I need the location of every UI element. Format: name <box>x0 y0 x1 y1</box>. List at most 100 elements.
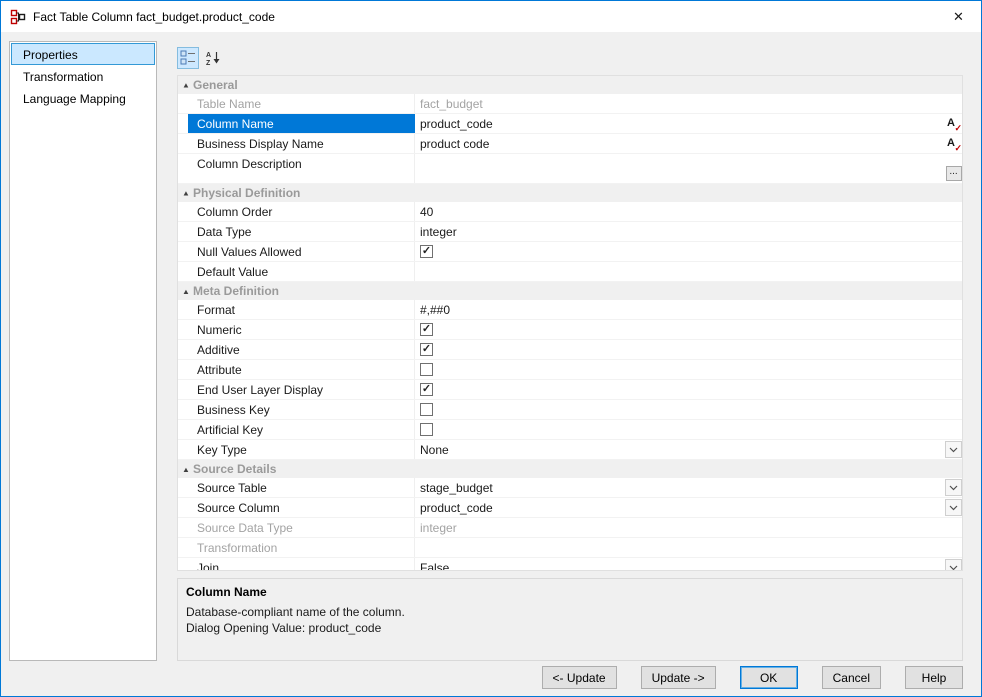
property-value-transformation[interactable] <box>415 538 945 557</box>
property-value-source-data-type[interactable]: integer <box>415 518 945 537</box>
property-row-business-display-name: Business Display Name product code A ✓ <box>178 134 962 154</box>
property-value-table-name[interactable]: fact_budget <box>415 94 945 113</box>
title-bar[interactable]: Fact Table Column fact_budget.product_co… <box>1 1 981 32</box>
value-text-business-display-name: product code <box>420 136 490 151</box>
rename-icon[interactable]: A ✓ <box>946 117 962 133</box>
property-label-attribute[interactable]: Attribute <box>188 360 415 379</box>
property-label-column-description[interactable]: Column Description <box>188 154 415 183</box>
property-label-source-data-type[interactable]: Source Data Type <box>188 518 415 537</box>
rename-icon[interactable]: A ✓ <box>946 137 962 153</box>
row-trailing <box>945 478 962 497</box>
property-label-key-type[interactable]: Key Type <box>188 440 415 459</box>
property-value-artificial-key[interactable] <box>415 420 945 439</box>
collapse-triangle-icon[interactable]: ▲ <box>182 465 193 473</box>
property-value-additive[interactable]: ✓ <box>415 340 945 359</box>
ok-button[interactable]: OK <box>739 666 798 689</box>
property-value-key-type[interactable]: None <box>415 440 945 459</box>
property-value-column-description[interactable] <box>415 154 945 183</box>
alphabetical-sort-button[interactable]: A Z <box>202 47 224 69</box>
property-label-source-column[interactable]: Source Column <box>188 498 415 517</box>
category-header-source-details[interactable]: ▲ Source Details <box>178 460 962 478</box>
dropdown-button-key-type[interactable] <box>945 441 962 458</box>
property-label-data-type[interactable]: Data Type <box>188 222 415 241</box>
row-trailing <box>945 420 962 439</box>
row-trailing <box>945 262 962 281</box>
dropdown-button-join[interactable] <box>945 559 962 570</box>
property-value-null-values-allowed[interactable]: ✓ <box>415 242 945 261</box>
property-label-column-name[interactable]: Column Name <box>188 114 415 133</box>
sidebar-item-language-mapping[interactable]: Language Mapping <box>11 87 155 109</box>
help-button[interactable]: Help <box>905 666 963 689</box>
property-value-source-table[interactable]: stage_budget <box>415 478 945 497</box>
sidebar-item-transformation[interactable]: Transformation <box>11 65 155 87</box>
property-value-data-type[interactable]: integer <box>415 222 945 241</box>
check-mark-icon: ✓ <box>421 244 432 257</box>
categorized-view-button[interactable] <box>177 47 199 69</box>
property-value-join[interactable]: False <box>415 558 945 571</box>
value-text-column-name: product_code <box>420 116 493 131</box>
check-mark-icon: ✓ <box>421 342 432 355</box>
collapse-triangle-icon[interactable]: ▲ <box>182 81 193 89</box>
cancel-button[interactable]: Cancel <box>821 666 881 689</box>
property-label-transformation[interactable]: Transformation <box>188 538 415 557</box>
property-value-business-key[interactable] <box>415 400 945 419</box>
property-label-source-table[interactable]: Source Table <box>188 478 415 497</box>
property-label-table-name[interactable]: Table Name <box>188 94 415 113</box>
property-value-default-value[interactable] <box>415 262 945 281</box>
value-text-table-name: fact_budget <box>420 96 483 111</box>
property-label-business-display-name[interactable]: Business Display Name <box>188 134 415 153</box>
row-trailing: A ✓ <box>945 134 962 153</box>
checkbox-attribute[interactable] <box>420 363 433 376</box>
dropdown-button-source-table[interactable] <box>945 479 962 496</box>
checkbox-null-values-allowed[interactable]: ✓ <box>420 245 433 258</box>
property-value-column-order[interactable]: 40 <box>415 202 945 221</box>
row-gutter <box>178 300 188 319</box>
category-label: General <box>193 78 238 92</box>
row-gutter <box>178 114 188 133</box>
property-label-format[interactable]: Format <box>188 300 415 319</box>
property-value-end-user-layer-display[interactable]: ✓ <box>415 380 945 399</box>
property-label-join[interactable]: Join <box>188 558 415 570</box>
property-value-numeric[interactable]: ✓ <box>415 320 945 339</box>
property-row-source-table: Source Table stage_budget <box>178 478 962 498</box>
collapse-triangle-icon[interactable]: ▲ <box>182 189 193 197</box>
close-button[interactable]: ✕ <box>936 1 981 32</box>
property-label-column-order[interactable]: Column Order <box>188 202 415 221</box>
category-header-general[interactable]: ▲ General <box>178 76 962 94</box>
checkbox-end-user-layer-display[interactable]: ✓ <box>420 383 433 396</box>
category-header-meta-definition[interactable]: ▲ Meta Definition <box>178 282 962 300</box>
property-value-column-name[interactable]: product_code <box>415 114 945 133</box>
update-back-button[interactable]: <- Update <box>541 666 617 689</box>
property-label-null-values-allowed[interactable]: Null Values Allowed <box>188 242 415 261</box>
property-label-additive[interactable]: Additive <box>188 340 415 359</box>
sidebar-item-properties[interactable]: Properties <box>11 43 155 65</box>
checkbox-numeric[interactable]: ✓ <box>420 323 433 336</box>
value-text-source-column: product_code <box>420 500 493 515</box>
update-forward-button[interactable]: Update -> <box>640 666 716 689</box>
checkbox-business-key[interactable] <box>420 403 433 416</box>
property-label-end-user-layer-display[interactable]: End User Layer Display <box>188 380 415 399</box>
rename-icon-mark: ✓ <box>954 142 962 153</box>
category-label: Meta Definition <box>193 284 279 298</box>
property-value-business-display-name[interactable]: product code <box>415 134 945 153</box>
property-row-format: Format #,##0 <box>178 300 962 320</box>
browse-button[interactable]: ... <box>945 166 962 181</box>
property-label-artificial-key[interactable]: Artificial Key <box>188 420 415 439</box>
property-label-business-key[interactable]: Business Key <box>188 400 415 419</box>
row-gutter <box>178 400 188 419</box>
category-header-physical-definition[interactable]: ▲ Physical Definition <box>178 184 962 202</box>
property-value-source-column[interactable]: product_code <box>415 498 945 517</box>
value-text-format: #,##0 <box>420 302 451 317</box>
row-gutter <box>178 558 188 570</box>
row-gutter <box>178 154 188 183</box>
collapse-triangle-icon[interactable]: ▲ <box>182 287 193 295</box>
checkbox-artificial-key[interactable] <box>420 423 433 436</box>
row-gutter <box>178 380 188 399</box>
property-label-numeric[interactable]: Numeric <box>188 320 415 339</box>
dropdown-button-source-column[interactable] <box>945 499 962 516</box>
property-value-attribute[interactable] <box>415 360 945 379</box>
property-value-format[interactable]: #,##0 <box>415 300 945 319</box>
row-gutter <box>178 262 188 281</box>
checkbox-additive[interactable]: ✓ <box>420 343 433 356</box>
property-label-default-value[interactable]: Default Value <box>188 262 415 281</box>
